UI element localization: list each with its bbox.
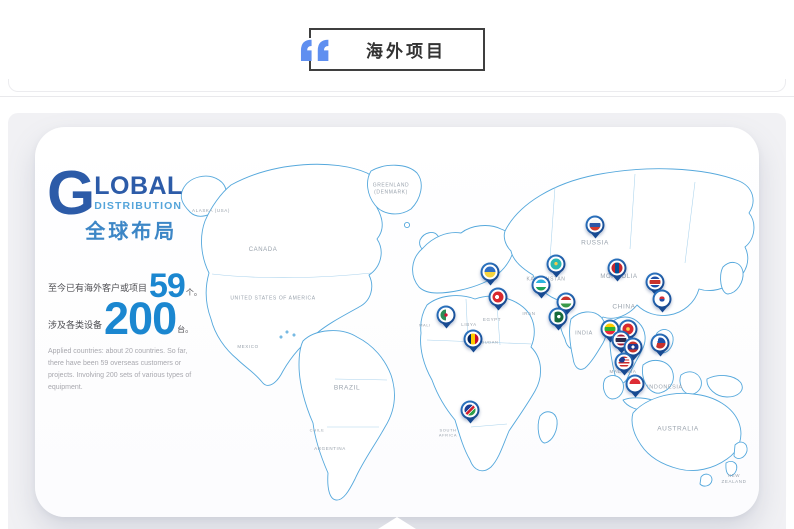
island-sumatra <box>603 376 623 399</box>
page: 海外项目 <box>0 0 794 529</box>
map-label: MEXICO <box>237 344 258 350</box>
map-pin-malaysia <box>615 353 634 372</box>
stat-unit-projects: 个。 <box>186 287 202 300</box>
flag-icon-laos <box>626 340 641 355</box>
island-new-zealand-north <box>734 442 747 458</box>
map-label: GREENLAND (DENMARK) <box>373 182 410 196</box>
map-label: ALASKA (USA) <box>192 208 230 214</box>
logo-chinese-text: 全球布局 <box>85 215 183 244</box>
flag-icon-algeria <box>439 308 454 323</box>
map-pin-pakistan <box>549 308 568 327</box>
flag-icon-philippines <box>653 336 668 351</box>
island-papua <box>707 376 742 397</box>
map-pin-algeria <box>437 306 456 325</box>
content-card: G LOBAL DISTRIBUTION 全球布局 至今已有海外客户或项目 59… <box>8 113 786 529</box>
map-label: EGYPT <box>483 317 501 323</box>
map-label: ARGENTINA <box>314 446 346 452</box>
flag-icon-indonesia <box>628 377 643 392</box>
flag-icon-mongolia <box>610 261 625 276</box>
map-pin-mongolia <box>608 259 627 278</box>
map-pin-turkey <box>489 288 508 307</box>
flag-icon-chad <box>466 332 481 347</box>
map-card: G LOBAL DISTRIBUTION 全球布局 至今已有海外客户或项目 59… <box>35 127 759 517</box>
global-logo: G LOBAL DISTRIBUTION 全球布局 <box>47 169 183 244</box>
map-pin-philippines <box>651 334 670 353</box>
flag-icon-namibia <box>463 403 478 418</box>
stats-block: 至今已有海外客户或项目 59 个。 涉及各类设备 200 台。 Applied … <box>48 273 220 394</box>
map-label: INDIA <box>575 330 593 337</box>
logo-distribution-text: DISTRIBUTION <box>94 200 183 212</box>
logo-lobal-text: LOBAL <box>94 174 183 199</box>
map-label: CANADA <box>249 246 278 254</box>
island-sulawesi <box>680 372 701 394</box>
island-caribbean-3 <box>280 336 282 338</box>
map-pin-russia <box>586 216 605 235</box>
section-title: 海外项目 <box>366 37 446 62</box>
map-label: LIBYA <box>461 322 476 328</box>
island-caribbean-1 <box>286 331 288 333</box>
stat-unit-equipment: 台。 <box>177 324 193 337</box>
map-label: INDONESIA <box>647 384 683 391</box>
map-pin-namibia <box>461 401 480 420</box>
island-tasmania <box>700 474 712 486</box>
map-label: RUSSIA <box>581 240 609 249</box>
stat-label-equipment: 涉及各类设备 <box>48 318 102 337</box>
flag-icon-ukraine <box>483 265 498 280</box>
map-label: MALI <box>419 322 431 327</box>
map-label: BRAZIL <box>334 385 360 394</box>
map-label: UNITED STATES OF AMERICA <box>230 296 315 303</box>
flag-icon-malaysia <box>617 355 632 370</box>
map-pin-chad <box>464 330 483 349</box>
flag-icon-uzbekistan <box>534 278 549 293</box>
quote-icon <box>297 38 335 61</box>
map-label: CHILE <box>310 427 325 432</box>
flag-icon-kazakhstan <box>549 257 564 272</box>
island-japan <box>721 262 744 294</box>
stat-value-equipment: 200 <box>104 301 176 337</box>
map-label: SUDAN <box>481 339 498 344</box>
map-label: NEW ZEALAND <box>722 473 747 485</box>
logo-letter-g: G <box>47 169 93 220</box>
stat-row-equipment: 涉及各类设备 200 台。 <box>48 301 220 337</box>
flag-icon-pakistan <box>551 310 566 325</box>
map-label: AUSTRALIA <box>657 426 699 435</box>
map-label: IRAN <box>522 311 535 317</box>
flag-icon-russia <box>588 218 603 233</box>
continent-south-america <box>299 331 394 500</box>
map-pin-uzbekistan <box>532 276 551 295</box>
stats-description: Applied countries: about 20 countries. S… <box>48 346 200 394</box>
island-iceland <box>404 222 409 227</box>
bottom-arrow-icon <box>378 517 416 529</box>
map-pin-ukraine <box>481 263 500 282</box>
page-header: 海外项目 <box>0 0 794 97</box>
island-caribbean-2 <box>293 334 295 336</box>
flag-icon-north-korea <box>648 275 663 290</box>
island-madagascar <box>538 412 557 443</box>
logo-text-block: LOBAL DISTRIBUTION 全球布局 <box>94 174 183 244</box>
region-india <box>570 312 607 369</box>
map-label: CHINA <box>612 304 635 313</box>
flag-icon-south-korea <box>655 292 670 307</box>
map-pin-south-korea <box>653 290 672 309</box>
flag-icon-turkey <box>491 290 506 305</box>
map-label: SOUTH AFRICA <box>439 428 457 439</box>
section-title-box: 海外项目 <box>309 28 485 71</box>
map-pin-kazakhstan <box>547 255 566 274</box>
map-pin-indonesia <box>626 375 645 394</box>
